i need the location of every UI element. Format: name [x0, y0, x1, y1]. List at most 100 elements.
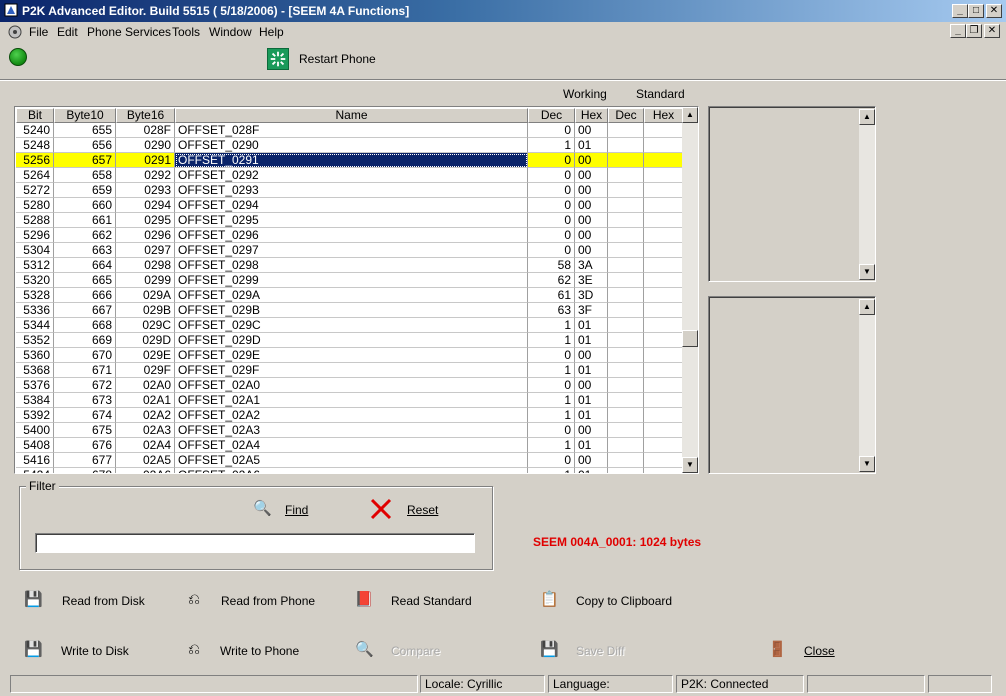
cell-bit[interactable]: 5320 — [16, 273, 54, 288]
column-header-working-hex[interactable]: Hex — [575, 108, 608, 123]
cell-working-hex[interactable]: 00 — [575, 168, 608, 183]
cell-name[interactable]: OFFSET_0291 — [175, 153, 528, 168]
table-row[interactable]: 5344 668 029C OFFSET_029C 1 01 — [16, 318, 683, 333]
cell-byte16[interactable]: 0297 — [116, 243, 175, 258]
cell-standard-hex[interactable] — [644, 243, 683, 258]
cell-standard-hex[interactable] — [644, 288, 683, 303]
cell-byte10[interactable]: 677 — [54, 453, 116, 468]
table-row[interactable]: 5272 659 0293 OFFSET_0293 0 00 — [16, 183, 683, 198]
cell-working-hex[interactable]: 00 — [575, 228, 608, 243]
cell-bit[interactable]: 5344 — [16, 318, 54, 333]
cell-bit[interactable]: 5352 — [16, 333, 54, 348]
scroll-thumb[interactable] — [682, 330, 698, 347]
cell-standard-dec[interactable] — [608, 468, 644, 473]
cell-working-hex[interactable]: 00 — [575, 243, 608, 258]
cell-bit[interactable]: 5424 — [16, 468, 54, 473]
cell-standard-hex[interactable] — [644, 333, 683, 348]
cell-byte10[interactable]: 666 — [54, 288, 116, 303]
cell-standard-dec[interactable] — [608, 333, 644, 348]
menu-file[interactable]: File — [29, 25, 48, 39]
cell-bit[interactable]: 5392 — [16, 408, 54, 423]
cell-byte10[interactable]: 660 — [54, 198, 116, 213]
table-row[interactable]: 5384 673 02A1 OFFSET_02A1 1 01 — [16, 393, 683, 408]
cell-byte10[interactable]: 656 — [54, 138, 116, 153]
table-row[interactable]: 5296 662 0296 OFFSET_0296 0 00 — [16, 228, 683, 243]
cell-working-dec[interactable]: 63 — [528, 303, 575, 318]
cell-byte10[interactable]: 674 — [54, 408, 116, 423]
cell-standard-dec[interactable] — [608, 138, 644, 153]
minimize-button[interactable]: _ — [952, 4, 968, 18]
cell-standard-hex[interactable] — [644, 228, 683, 243]
cell-name[interactable]: OFFSET_029A — [175, 288, 528, 303]
cell-name[interactable]: OFFSET_02A2 — [175, 408, 528, 423]
cell-byte16[interactable]: 0295 — [116, 213, 175, 228]
scroll-up-button[interactable]: ▲ — [682, 107, 698, 123]
cell-byte10[interactable]: 672 — [54, 378, 116, 393]
cell-byte10[interactable]: 678 — [54, 468, 116, 473]
cell-name[interactable]: OFFSET_02A0 — [175, 378, 528, 393]
cell-working-hex[interactable]: 01 — [575, 138, 608, 153]
cell-standard-dec[interactable] — [608, 378, 644, 393]
cell-name[interactable]: OFFSET_02A1 — [175, 393, 528, 408]
cell-byte10[interactable]: 676 — [54, 438, 116, 453]
cell-bit[interactable]: 5376 — [16, 378, 54, 393]
mdi-minimize-button[interactable]: _ — [950, 24, 966, 38]
menu-window[interactable]: Window — [209, 25, 252, 39]
cell-byte16[interactable]: 0293 — [116, 183, 175, 198]
cell-working-dec[interactable]: 0 — [528, 378, 575, 393]
cell-standard-hex[interactable] — [644, 198, 683, 213]
cell-working-dec[interactable]: 61 — [528, 288, 575, 303]
cell-name[interactable]: OFFSET_0295 — [175, 213, 528, 228]
cell-standard-hex[interactable] — [644, 123, 683, 138]
cell-standard-dec[interactable] — [608, 363, 644, 378]
cell-byte16[interactable]: 02A4 — [116, 438, 175, 453]
cell-working-hex[interactable]: 01 — [575, 363, 608, 378]
cell-working-hex[interactable]: 3A — [575, 258, 608, 273]
cell-working-dec[interactable]: 0 — [528, 198, 575, 213]
cell-standard-dec[interactable] — [608, 408, 644, 423]
cell-name[interactable]: OFFSET_0297 — [175, 243, 528, 258]
standard-panel-scrollbar[interactable]: ▲ ▼ — [859, 299, 875, 472]
column-header-name[interactable]: Name — [175, 108, 528, 123]
cell-byte16[interactable]: 029C — [116, 318, 175, 333]
cell-standard-hex[interactable] — [644, 393, 683, 408]
close-window-button[interactable]: ✕ — [986, 4, 1002, 18]
standard-panel-scroll-up[interactable]: ▲ — [859, 299, 875, 315]
cell-working-dec[interactable]: 0 — [528, 168, 575, 183]
cell-byte10[interactable]: 671 — [54, 363, 116, 378]
cell-working-hex[interactable]: 3D — [575, 288, 608, 303]
cell-working-dec[interactable]: 58 — [528, 258, 575, 273]
cell-bit[interactable]: 5416 — [16, 453, 54, 468]
cell-bit[interactable]: 5288 — [16, 213, 54, 228]
cell-byte16[interactable]: 0291 — [116, 153, 175, 168]
table-row[interactable]: 5240 655 028F OFFSET_028F 0 00 — [16, 123, 683, 138]
table-row[interactable]: 5304 663 0297 OFFSET_0297 0 00 — [16, 243, 683, 258]
cell-bit[interactable]: 5304 — [16, 243, 54, 258]
menu-help[interactable]: Help — [259, 25, 284, 39]
cell-standard-hex[interactable] — [644, 408, 683, 423]
cell-byte16[interactable]: 029B — [116, 303, 175, 318]
cell-byte10[interactable]: 675 — [54, 423, 116, 438]
cell-byte10[interactable]: 659 — [54, 183, 116, 198]
cell-working-dec[interactable]: 1 — [528, 318, 575, 333]
cell-name[interactable]: OFFSET_028F — [175, 123, 528, 138]
cell-standard-dec[interactable] — [608, 393, 644, 408]
cell-working-dec[interactable]: 0 — [528, 153, 575, 168]
cell-bit[interactable]: 5408 — [16, 438, 54, 453]
cell-working-hex[interactable]: 00 — [575, 183, 608, 198]
table-row[interactable]: 542467802A6OFFSET_02A6101 — [16, 468, 683, 473]
menu-phone-services[interactable]: Phone Services — [87, 25, 171, 39]
cell-working-dec[interactable]: 0 — [528, 243, 575, 258]
cell-byte16[interactable]: 02A3 — [116, 423, 175, 438]
cell-bit[interactable]: 5256 — [16, 153, 54, 168]
cell-working-hex[interactable]: 00 — [575, 423, 608, 438]
cell-standard-dec[interactable] — [608, 258, 644, 273]
cell-byte16[interactable]: 0298 — [116, 258, 175, 273]
cell-standard-dec[interactable] — [608, 348, 644, 363]
cell-standard-hex[interactable] — [644, 138, 683, 153]
cell-standard-hex[interactable] — [644, 438, 683, 453]
cell-working-dec[interactable]: 0 — [528, 213, 575, 228]
cell-working-hex[interactable]: 00 — [575, 153, 608, 168]
cell-working-dec[interactable]: 1 — [528, 393, 575, 408]
cell-byte10[interactable]: 669 — [54, 333, 116, 348]
